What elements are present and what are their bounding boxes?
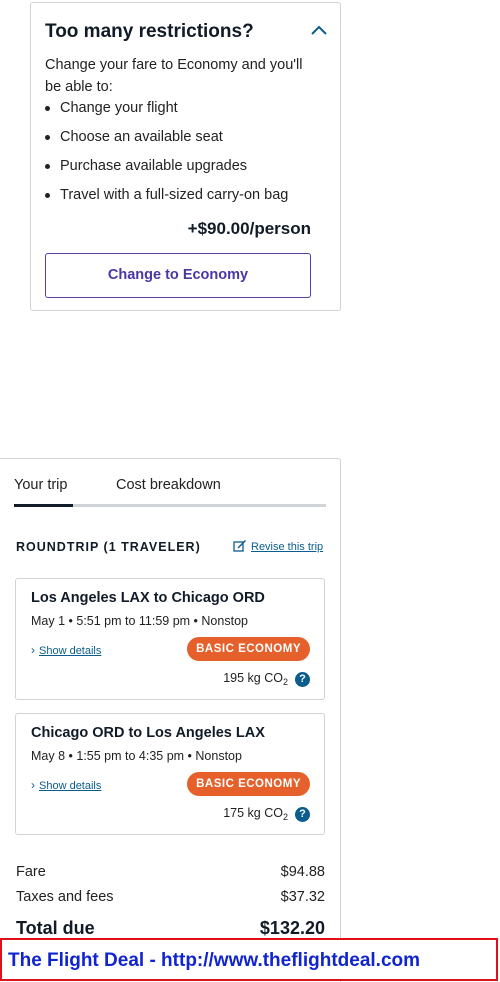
total-amount: $132.20 (259, 918, 325, 938)
active-tab-indicator (14, 504, 73, 507)
segment-route: Chicago ORD to Los Angeles LAX (31, 725, 265, 741)
total-row: Total due $132.20 (16, 918, 325, 939)
flight-segment: Los Angeles LAX to Chicago ORD May 1 • 5… (15, 578, 325, 700)
chevron-right-icon: › (31, 643, 35, 657)
fare-label: Fare (16, 864, 46, 880)
edit-icon (233, 540, 246, 552)
co2-subscript: 2 (282, 812, 288, 822)
help-icon[interactable]: ? (295, 672, 310, 687)
restrictions-title: Too many restrictions? (45, 21, 254, 42)
taxes-amount: $37.32 (280, 889, 325, 905)
segment-route: Los Angeles LAX to Chicago ORD (31, 590, 265, 606)
chevron-up-icon[interactable] (310, 23, 328, 37)
tab-cost-breakdown[interactable]: Cost breakdown (116, 477, 221, 493)
show-details-label: Show details (39, 780, 102, 792)
chevron-right-icon: › (31, 778, 35, 792)
total-label: Total due (16, 918, 95, 938)
co2-value: 175 kg CO (223, 806, 283, 820)
co2-emissions: 195 kg CO2? (223, 671, 310, 687)
benefits-list: Change your flight Choose an available s… (45, 95, 288, 211)
taxes-label: Taxes and fees (16, 889, 114, 905)
co2-subscript: 2 (282, 677, 288, 687)
fare-amount: $94.88 (280, 864, 325, 880)
show-details-link[interactable]: › Show details (31, 778, 101, 792)
watermark-banner: The Flight Deal - http://www.theflightde… (0, 938, 498, 981)
segment-time: May 1 • 5:51 pm to 11:59 pm • Nonstop (31, 614, 248, 628)
summary-tabs: Your trip Cost breakdown (14, 477, 326, 507)
fare-row: Fare $94.88 (16, 864, 325, 880)
upgrade-price: +$90.00/person (187, 219, 311, 238)
co2-emissions: 175 kg CO2? (223, 806, 310, 822)
benefit-item: Choose an available seat (45, 124, 288, 153)
show-details-label: Show details (39, 645, 102, 657)
taxes-row: Taxes and fees $37.32 (16, 889, 325, 905)
show-details-link[interactable]: › Show details (31, 643, 101, 657)
revise-trip-label: Revise this trip (251, 541, 324, 553)
segment-time: May 8 • 1:55 pm to 4:35 pm • Nonstop (31, 749, 242, 763)
help-icon[interactable]: ? (295, 807, 310, 822)
benefit-item: Travel with a full-sized carry-on bag (45, 182, 288, 211)
revise-trip-link[interactable]: Revise this trip (233, 539, 323, 553)
fare-class-badge: BASIC ECONOMY (187, 637, 310, 661)
benefit-item: Purchase available upgrades (45, 153, 288, 182)
restrictions-card: Too many restrictions? Change your fare … (30, 2, 341, 311)
tab-your-trip[interactable]: Your trip (14, 477, 67, 493)
trip-summary-card: Your trip Cost breakdown ROUNDTRIP (1 TR… (0, 458, 341, 982)
restrictions-intro: Change your fare to Economy and you'll b… (45, 57, 303, 95)
flight-segment: Chicago ORD to Los Angeles LAX May 8 • 1… (15, 713, 325, 835)
benefit-item: Change your flight (45, 95, 288, 124)
change-to-economy-button[interactable]: Change to Economy (45, 253, 311, 298)
fare-class-badge: BASIC ECONOMY (187, 772, 310, 796)
roundtrip-heading: ROUNDTRIP (1 TRAVELER) (16, 540, 201, 554)
watermark-text: The Flight Deal - http://www.theflightde… (8, 950, 421, 971)
co2-value: 195 kg CO (223, 671, 283, 685)
